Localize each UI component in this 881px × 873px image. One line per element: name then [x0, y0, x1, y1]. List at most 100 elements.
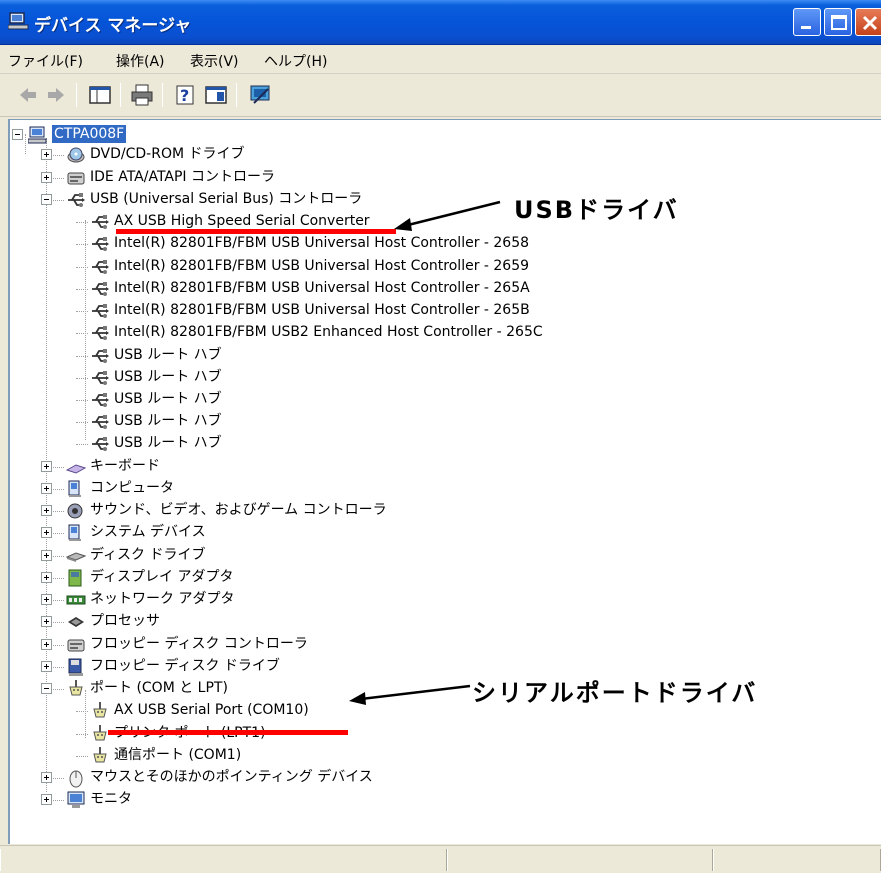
tree-category[interactable]: モニタ: [10, 789, 630, 811]
tree-category[interactable]: マウスとそのほかのポインティング デバイス: [10, 767, 630, 789]
tree-line: [76, 311, 88, 312]
ide-controller-icon: [67, 172, 85, 185]
tree-node-label[interactable]: コンピュータ: [90, 479, 174, 497]
collapse-toggle[interactable]: [41, 194, 52, 205]
tree-node-label[interactable]: AX USB High Speed Serial Converter: [114, 212, 370, 230]
tree-line: [76, 333, 88, 334]
expand-toggle[interactable]: [41, 172, 52, 183]
tree-node-label[interactable]: サウンド、ビデオ、およびゲーム コントローラ: [90, 501, 387, 519]
expand-toggle[interactable]: [41, 772, 52, 783]
tree-category[interactable]: プロセッサ: [10, 611, 630, 633]
tree-node-label[interactable]: USB ルート ハブ: [114, 434, 222, 452]
tree-device[interactable]: USB ルート ハブ: [10, 367, 630, 389]
tree-category[interactable]: フロッピー ディスク コントローラ: [10, 634, 630, 656]
tree-node-label[interactable]: ネットワーク アダプタ: [90, 590, 234, 608]
usb-icon: [92, 260, 109, 274]
tree-node-label[interactable]: USB (Universal Serial Bus) コントローラ: [90, 190, 362, 208]
toolbar-separator: [76, 83, 77, 107]
tree-category[interactable]: ネットワーク アダプタ: [10, 589, 630, 611]
forward-icon[interactable]: [44, 83, 68, 107]
tree-node-label[interactable]: ポート (COM と LPT): [90, 679, 228, 697]
tree-node-label[interactable]: キーボード: [90, 457, 160, 475]
device-tree[interactable]: CTPA008F DVD/CD-ROM ドライブ IDE ATA/ATAPI コン…: [8, 119, 881, 844]
tree-node-label[interactable]: AX USB Serial Port (COM10): [114, 701, 309, 719]
usb-icon: [92, 371, 109, 385]
tree-node-label[interactable]: DVD/CD-ROM ドライブ: [90, 145, 245, 163]
properties-icon[interactable]: [204, 83, 228, 107]
tree-device[interactable]: Intel(R) 82801FB/FBM USB Universal Host …: [10, 300, 630, 322]
tree-line: [76, 711, 88, 712]
tree-node-label[interactable]: プロセッサ: [90, 612, 160, 630]
tree-line: [76, 734, 88, 735]
menu-view[interactable]: 表示(V): [190, 51, 239, 71]
tree-node-label[interactable]: システム デバイス: [90, 523, 206, 541]
back-icon[interactable]: [16, 83, 40, 107]
tree-node-label[interactable]: Intel(R) 82801FB/FBM USB Universal Host …: [114, 257, 529, 275]
tree-device[interactable]: Intel(R) 82801FB/FBM USB Universal Host …: [10, 256, 630, 278]
menu-file[interactable]: ファイル(F): [8, 51, 83, 71]
tree-category[interactable]: サウンド、ビデオ、およびゲーム コントローラ: [10, 500, 630, 522]
tree-node-label[interactable]: USB ルート ハブ: [114, 390, 222, 408]
tree-device[interactable]: USB ルート ハブ: [10, 433, 630, 455]
tree-node-label[interactable]: マウスとそのほかのポインティング デバイス: [90, 768, 373, 786]
tree-device[interactable]: USB ルート ハブ: [10, 389, 630, 411]
usb-icon: [92, 237, 109, 251]
tree-node-label[interactable]: ディスプレイ アダプタ: [90, 568, 233, 586]
tree-device[interactable]: Intel(R) 82801FB/FBM USB Universal Host …: [10, 233, 630, 255]
menu-help[interactable]: ヘルプ(H): [264, 51, 327, 71]
tree-node-label[interactable]: ディスク ドライブ: [90, 546, 205, 564]
expand-toggle[interactable]: [41, 461, 52, 472]
floppy-drive-icon: [68, 658, 83, 676]
scan-hardware-icon[interactable]: [248, 83, 272, 107]
tree-category[interactable]: キーボード: [10, 456, 630, 478]
expand-toggle[interactable]: [41, 527, 52, 538]
tree-device[interactable]: USB ルート ハブ: [10, 345, 630, 367]
minimize-button[interactable]: [793, 8, 821, 36]
tree-node-label[interactable]: IDE ATA/ATAPI コントローラ: [90, 168, 275, 186]
expand-toggle[interactable]: [41, 572, 52, 583]
help-icon[interactable]: ?: [174, 83, 198, 107]
tree-node-label[interactable]: Intel(R) 82801FB/FBM USB Universal Host …: [114, 301, 530, 319]
tree-node-label[interactable]: Intel(R) 82801FB/FBM USB Universal Host …: [114, 279, 530, 297]
close-button[interactable]: [855, 8, 881, 36]
tree-category[interactable]: コンピュータ: [10, 478, 630, 500]
maximize-button[interactable]: [824, 8, 852, 36]
expand-toggle[interactable]: [41, 661, 52, 672]
expand-toggle[interactable]: [41, 149, 52, 160]
computer-name[interactable]: CTPA008F: [52, 125, 127, 143]
collapse-toggle[interactable]: [41, 683, 52, 694]
tree-device[interactable]: Intel(R) 82801FB/FBM USB2 Enhanced Host …: [10, 322, 630, 344]
toolbar-separator: [236, 83, 237, 107]
expand-toggle[interactable]: [41, 505, 52, 516]
tree-device[interactable]: Intel(R) 82801FB/FBM USB Universal Host …: [10, 278, 630, 300]
tree-node-label[interactable]: USB ルート ハブ: [114, 412, 222, 430]
tree-device[interactable]: USB ルート ハブ: [10, 411, 630, 433]
expand-toggle[interactable]: [41, 616, 52, 627]
tree-node-label[interactable]: フロッピー ディスク ドライブ: [90, 657, 280, 675]
tree-node-label[interactable]: Intel(R) 82801FB/FBM USB2 Enhanced Host …: [114, 323, 543, 341]
tree-node-label[interactable]: 通信ポート (COM1): [114, 746, 241, 764]
tree-category[interactable]: IDE ATA/ATAPI コントローラ: [10, 167, 630, 189]
tree-device[interactable]: 通信ポート (COM1): [10, 745, 630, 767]
expand-toggle[interactable]: [41, 550, 52, 561]
expand-toggle[interactable]: [41, 483, 52, 494]
status-pane: [0, 849, 447, 871]
expand-toggle[interactable]: [41, 639, 52, 650]
tree-category[interactable]: ディスク ドライブ: [10, 545, 630, 567]
tree-category[interactable]: システム デバイス: [10, 522, 630, 544]
toolbar-separator: [120, 83, 121, 107]
expand-toggle[interactable]: [41, 794, 52, 805]
tree-node-label[interactable]: USB ルート ハブ: [114, 368, 222, 386]
menu-action[interactable]: 操作(A): [116, 51, 165, 71]
print-icon[interactable]: [130, 83, 154, 107]
tree-node-label[interactable]: フロッピー ディスク コントローラ: [90, 635, 308, 653]
tree-node-label[interactable]: モニタ: [90, 790, 132, 808]
tree-root[interactable]: CTPA008F: [10, 124, 410, 146]
title-bar[interactable]: デバイス マネージャ: [0, 0, 881, 45]
expand-toggle[interactable]: [41, 594, 52, 605]
collapse-toggle[interactable]: [12, 129, 23, 140]
console-tree-icon[interactable]: [88, 83, 112, 107]
tree-node-label[interactable]: USB ルート ハブ: [114, 346, 222, 364]
tree-category[interactable]: ディスプレイ アダプタ: [10, 567, 630, 589]
tree-category[interactable]: DVD/CD-ROM ドライブ: [10, 144, 630, 166]
